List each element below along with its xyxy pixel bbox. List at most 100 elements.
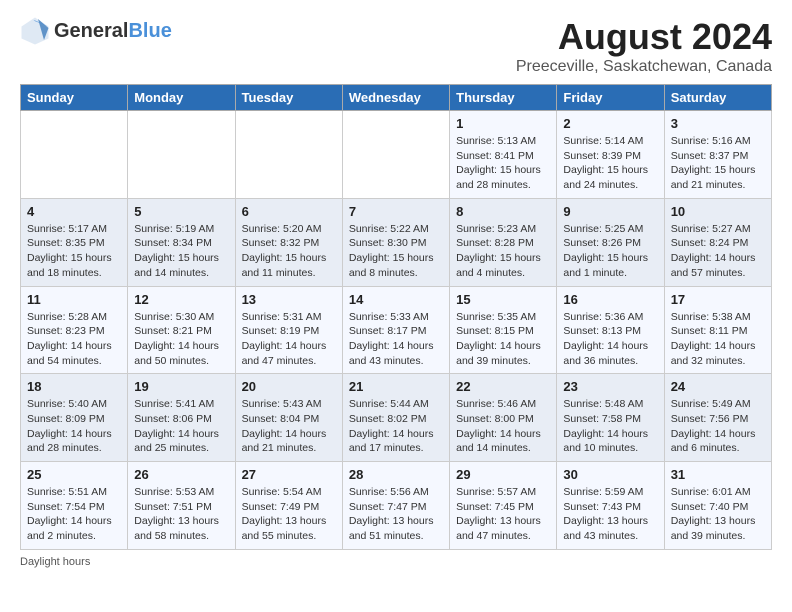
day-number: 8 <box>456 204 550 219</box>
day-number: 3 <box>671 116 765 131</box>
day-info: Sunrise: 5:38 AMSunset: 8:11 PMDaylight:… <box>671 310 765 369</box>
calendar-day-header: Tuesday <box>235 85 342 111</box>
calendar-day-cell: 10 Sunrise: 5:27 AMSunset: 8:24 PMDayligh… <box>664 198 771 286</box>
calendar-day-cell: 13 Sunrise: 5:31 AMSunset: 8:19 PMDayligh… <box>235 286 342 374</box>
day-info: Sunrise: 5:25 AMSunset: 8:26 PMDaylight:… <box>563 222 657 281</box>
calendar-week-row: 18 Sunrise: 5:40 AMSunset: 8:09 PMDayligh… <box>21 374 772 462</box>
calendar-day-cell: 29 Sunrise: 5:57 AMSunset: 7:45 PMDayligh… <box>450 462 557 550</box>
day-info: Sunrise: 5:54 AMSunset: 7:49 PMDaylight:… <box>242 485 336 544</box>
day-info: Sunrise: 5:59 AMSunset: 7:43 PMDaylight:… <box>563 485 657 544</box>
calendar-day-cell: 16 Sunrise: 5:36 AMSunset: 8:13 PMDayligh… <box>557 286 664 374</box>
calendar-day-cell: 22 Sunrise: 5:46 AMSunset: 8:00 PMDayligh… <box>450 374 557 462</box>
day-number: 7 <box>349 204 443 219</box>
day-info: Sunrise: 5:30 AMSunset: 8:21 PMDaylight:… <box>134 310 228 369</box>
calendar-day-cell: 1 Sunrise: 5:13 AMSunset: 8:41 PMDaylight… <box>450 111 557 199</box>
day-info: Sunrise: 5:57 AMSunset: 7:45 PMDaylight:… <box>456 485 550 544</box>
calendar-day-header: Wednesday <box>342 85 449 111</box>
calendar-day-header: Thursday <box>450 85 557 111</box>
calendar-day-cell: 23Sunrise: 5:48 AMSunset: 7:58 PMDayligh… <box>557 374 664 462</box>
day-info: Sunrise: 5:40 AMSunset: 8:09 PMDaylight:… <box>27 397 121 456</box>
main-title: August 2024 <box>516 16 772 58</box>
day-info: Sunrise: 5:53 AMSunset: 7:51 PMDaylight:… <box>134 485 228 544</box>
day-number: 26 <box>134 467 228 482</box>
day-number: 15 <box>456 292 550 307</box>
calendar-week-row: 11Sunrise: 5:28 AMSunset: 8:23 PMDayligh… <box>21 286 772 374</box>
day-info: Sunrise: 5:35 AMSunset: 8:15 PMDaylight:… <box>456 310 550 369</box>
calendar-day-cell: 26 Sunrise: 5:53 AMSunset: 7:51 PMDayligh… <box>128 462 235 550</box>
calendar-day-cell: 31 Sunrise: 6:01 AMSunset: 7:40 PMDayligh… <box>664 462 771 550</box>
calendar-day-cell <box>128 111 235 199</box>
day-number: 22 <box>456 379 550 394</box>
day-number: 27 <box>242 467 336 482</box>
calendar-day-cell: 27 Sunrise: 5:54 AMSunset: 7:49 PMDayligh… <box>235 462 342 550</box>
calendar-day-header: Monday <box>128 85 235 111</box>
calendar-day-cell <box>21 111 128 199</box>
logo-icon <box>20 16 50 46</box>
day-number: 2 <box>563 116 657 131</box>
calendar: SundayMondayTuesdayWednesdayThursdayFrid… <box>20 84 772 550</box>
calendar-day-cell: 6Sunrise: 5:20 AMSunset: 8:32 PMDaylight… <box>235 198 342 286</box>
day-number: 21 <box>349 379 443 394</box>
day-info: Sunrise: 5:48 AMSunset: 7:58 PMDaylight:… <box>563 397 657 456</box>
calendar-day-cell: 3 Sunrise: 5:16 AMSunset: 8:37 PMDaylight… <box>664 111 771 199</box>
footer-note: Daylight hours <box>20 556 772 568</box>
calendar-day-cell: 20 Sunrise: 5:43 AMSunset: 8:04 PMDayligh… <box>235 374 342 462</box>
logo-blue: Blue <box>128 20 171 42</box>
calendar-day-cell <box>235 111 342 199</box>
calendar-day-cell: 2 Sunrise: 5:14 AMSunset: 8:39 PMDaylight… <box>557 111 664 199</box>
calendar-day-cell <box>342 111 449 199</box>
calendar-day-cell: 19 Sunrise: 5:41 AMSunset: 8:06 PMDayligh… <box>128 374 235 462</box>
day-info: Sunrise: 5:14 AMSunset: 8:39 PMDaylight:… <box>563 134 657 193</box>
header: GeneralBlue August 2024 Preeceville, Sas… <box>20 16 772 76</box>
day-number: 16 <box>563 292 657 307</box>
day-info: Sunrise: 5:43 AMSunset: 8:04 PMDaylight:… <box>242 397 336 456</box>
day-info: Sunrise: 5:23 AMSunset: 8:28 PMDaylight:… <box>456 222 550 281</box>
day-info: Sunrise: 5:16 AMSunset: 8:37 PMDaylight:… <box>671 134 765 193</box>
day-info: Sunrise: 5:41 AMSunset: 8:06 PMDaylight:… <box>134 397 228 456</box>
day-number: 24 <box>671 379 765 394</box>
logo: GeneralBlue <box>20 16 172 46</box>
calendar-day-cell: 15 Sunrise: 5:35 AMSunset: 8:15 PMDayligh… <box>450 286 557 374</box>
day-number: 9 <box>563 204 657 219</box>
day-number: 6 <box>242 204 336 219</box>
day-info: Sunrise: 5:36 AMSunset: 8:13 PMDaylight:… <box>563 310 657 369</box>
day-info: Sunrise: 6:01 AMSunset: 7:40 PMDaylight:… <box>671 485 765 544</box>
calendar-day-cell: 5 Sunrise: 5:19 AMSunset: 8:34 PMDaylight… <box>128 198 235 286</box>
day-info: Sunrise: 5:49 AMSunset: 7:56 PMDaylight:… <box>671 397 765 456</box>
day-number: 19 <box>134 379 228 394</box>
day-number: 5 <box>134 204 228 219</box>
day-info: Sunrise: 5:56 AMSunset: 7:47 PMDaylight:… <box>349 485 443 544</box>
day-info: Sunrise: 5:33 AMSunset: 8:17 PMDaylight:… <box>349 310 443 369</box>
day-number: 1 <box>456 116 550 131</box>
day-number: 11 <box>27 292 121 307</box>
day-info: Sunrise: 5:51 AMSunset: 7:54 PMDaylight:… <box>27 485 121 544</box>
day-info: Sunrise: 5:31 AMSunset: 8:19 PMDaylight:… <box>242 310 336 369</box>
day-info: Sunrise: 5:27 AMSunset: 8:24 PMDaylight:… <box>671 222 765 281</box>
day-number: 29 <box>456 467 550 482</box>
calendar-day-header: Friday <box>557 85 664 111</box>
calendar-day-cell: 9 Sunrise: 5:25 AMSunset: 8:26 PMDaylight… <box>557 198 664 286</box>
calendar-day-cell: 8 Sunrise: 5:23 AMSunset: 8:28 PMDaylight… <box>450 198 557 286</box>
day-info: Sunrise: 5:44 AMSunset: 8:02 PMDaylight:… <box>349 397 443 456</box>
calendar-day-cell: 7Sunrise: 5:22 AMSunset: 8:30 PMDaylight… <box>342 198 449 286</box>
calendar-week-row: 4Sunrise: 5:17 AMSunset: 8:35 PMDaylight… <box>21 198 772 286</box>
day-number: 10 <box>671 204 765 219</box>
calendar-day-cell: 4Sunrise: 5:17 AMSunset: 8:35 PMDaylight… <box>21 198 128 286</box>
day-number: 20 <box>242 379 336 394</box>
day-info: Sunrise: 5:19 AMSunset: 8:34 PMDaylight:… <box>134 222 228 281</box>
title-area: August 2024 Preeceville, Saskatchewan, C… <box>516 16 772 76</box>
day-number: 4 <box>27 204 121 219</box>
day-number: 31 <box>671 467 765 482</box>
calendar-day-cell: 18 Sunrise: 5:40 AMSunset: 8:09 PMDayligh… <box>21 374 128 462</box>
day-info: Sunrise: 5:13 AMSunset: 8:41 PMDaylight:… <box>456 134 550 193</box>
sub-title: Preeceville, Saskatchewan, Canada <box>516 58 772 76</box>
calendar-day-cell: 11Sunrise: 5:28 AMSunset: 8:23 PMDayligh… <box>21 286 128 374</box>
day-number: 13 <box>242 292 336 307</box>
calendar-day-cell: 12 Sunrise: 5:30 AMSunset: 8:21 PMDayligh… <box>128 286 235 374</box>
day-number: 18 <box>27 379 121 394</box>
day-number: 25 <box>27 467 121 482</box>
day-info: Sunrise: 5:46 AMSunset: 8:00 PMDaylight:… <box>456 397 550 456</box>
day-number: 12 <box>134 292 228 307</box>
calendar-day-cell: 25 Sunrise: 5:51 AMSunset: 7:54 PMDayligh… <box>21 462 128 550</box>
calendar-day-cell: 21 Sunrise: 5:44 AMSunset: 8:02 PMDayligh… <box>342 374 449 462</box>
